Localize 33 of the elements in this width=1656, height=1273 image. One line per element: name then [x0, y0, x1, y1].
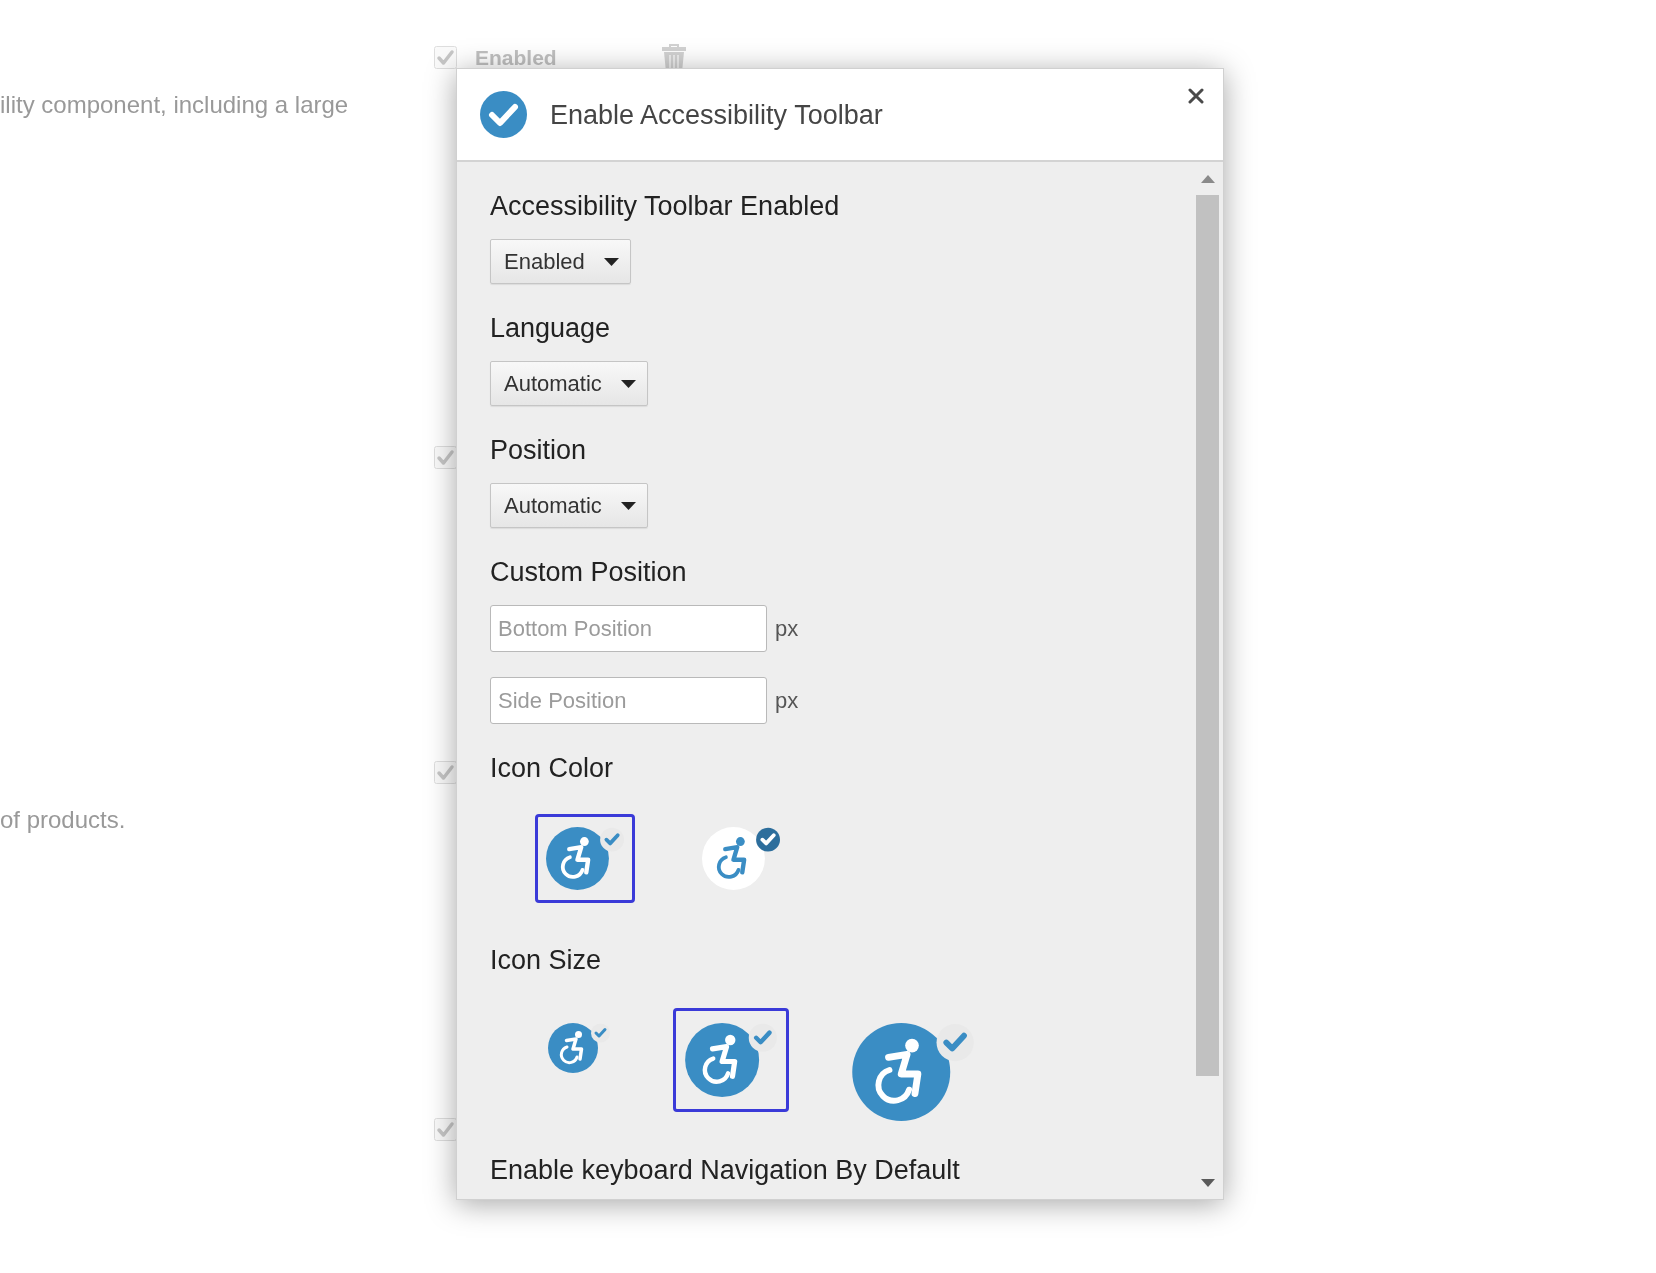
icon-color-option[interactable]	[535, 814, 635, 903]
close-icon[interactable]	[1188, 88, 1204, 104]
caret-icon	[620, 501, 636, 510]
description-text: ility component, including a large	[0, 91, 349, 118]
checkbox[interactable]	[434, 46, 457, 69]
field-label: Enable keyboard Navigation By Default	[490, 1154, 961, 1186]
accessibility-icon	[548, 1023, 610, 1073]
field-label: Custom Position	[490, 556, 688, 588]
field-label: Icon Size	[490, 944, 603, 976]
scrollbar-thumb[interactable]	[1196, 195, 1219, 1076]
field-label: Icon Color	[490, 752, 615, 784]
unit-label: px	[775, 687, 799, 714]
scroll-down-icon[interactable]	[1200, 1179, 1215, 1187]
icon-size-option[interactable]	[673, 1008, 789, 1112]
text-field[interactable]: Bottom Position	[490, 605, 767, 652]
checkbox[interactable]	[434, 1118, 457, 1141]
field-label: Accessibility Toolbar Enabled	[490, 190, 841, 222]
status-label: Enabled	[475, 45, 557, 70]
field-label: Language	[490, 312, 612, 344]
text-field[interactable]: Side Position	[490, 677, 767, 724]
dropdown[interactable]: Enabled	[490, 239, 631, 284]
dropdown[interactable]: Automatic	[490, 361, 648, 406]
dialog-title: Enable Accessibility Toolbar	[550, 98, 883, 131]
unit-label: px	[775, 615, 799, 642]
field-label: Position	[490, 434, 588, 466]
dropdown[interactable]: Automatic	[490, 483, 648, 528]
check-circle-icon	[480, 91, 527, 138]
caret-icon	[603, 257, 619, 266]
description-text: of products.	[0, 806, 126, 833]
caret-icon	[620, 379, 636, 388]
checkbox[interactable]	[434, 446, 457, 469]
scroll-up-icon[interactable]	[1200, 175, 1215, 183]
checkbox[interactable]	[434, 761, 457, 784]
